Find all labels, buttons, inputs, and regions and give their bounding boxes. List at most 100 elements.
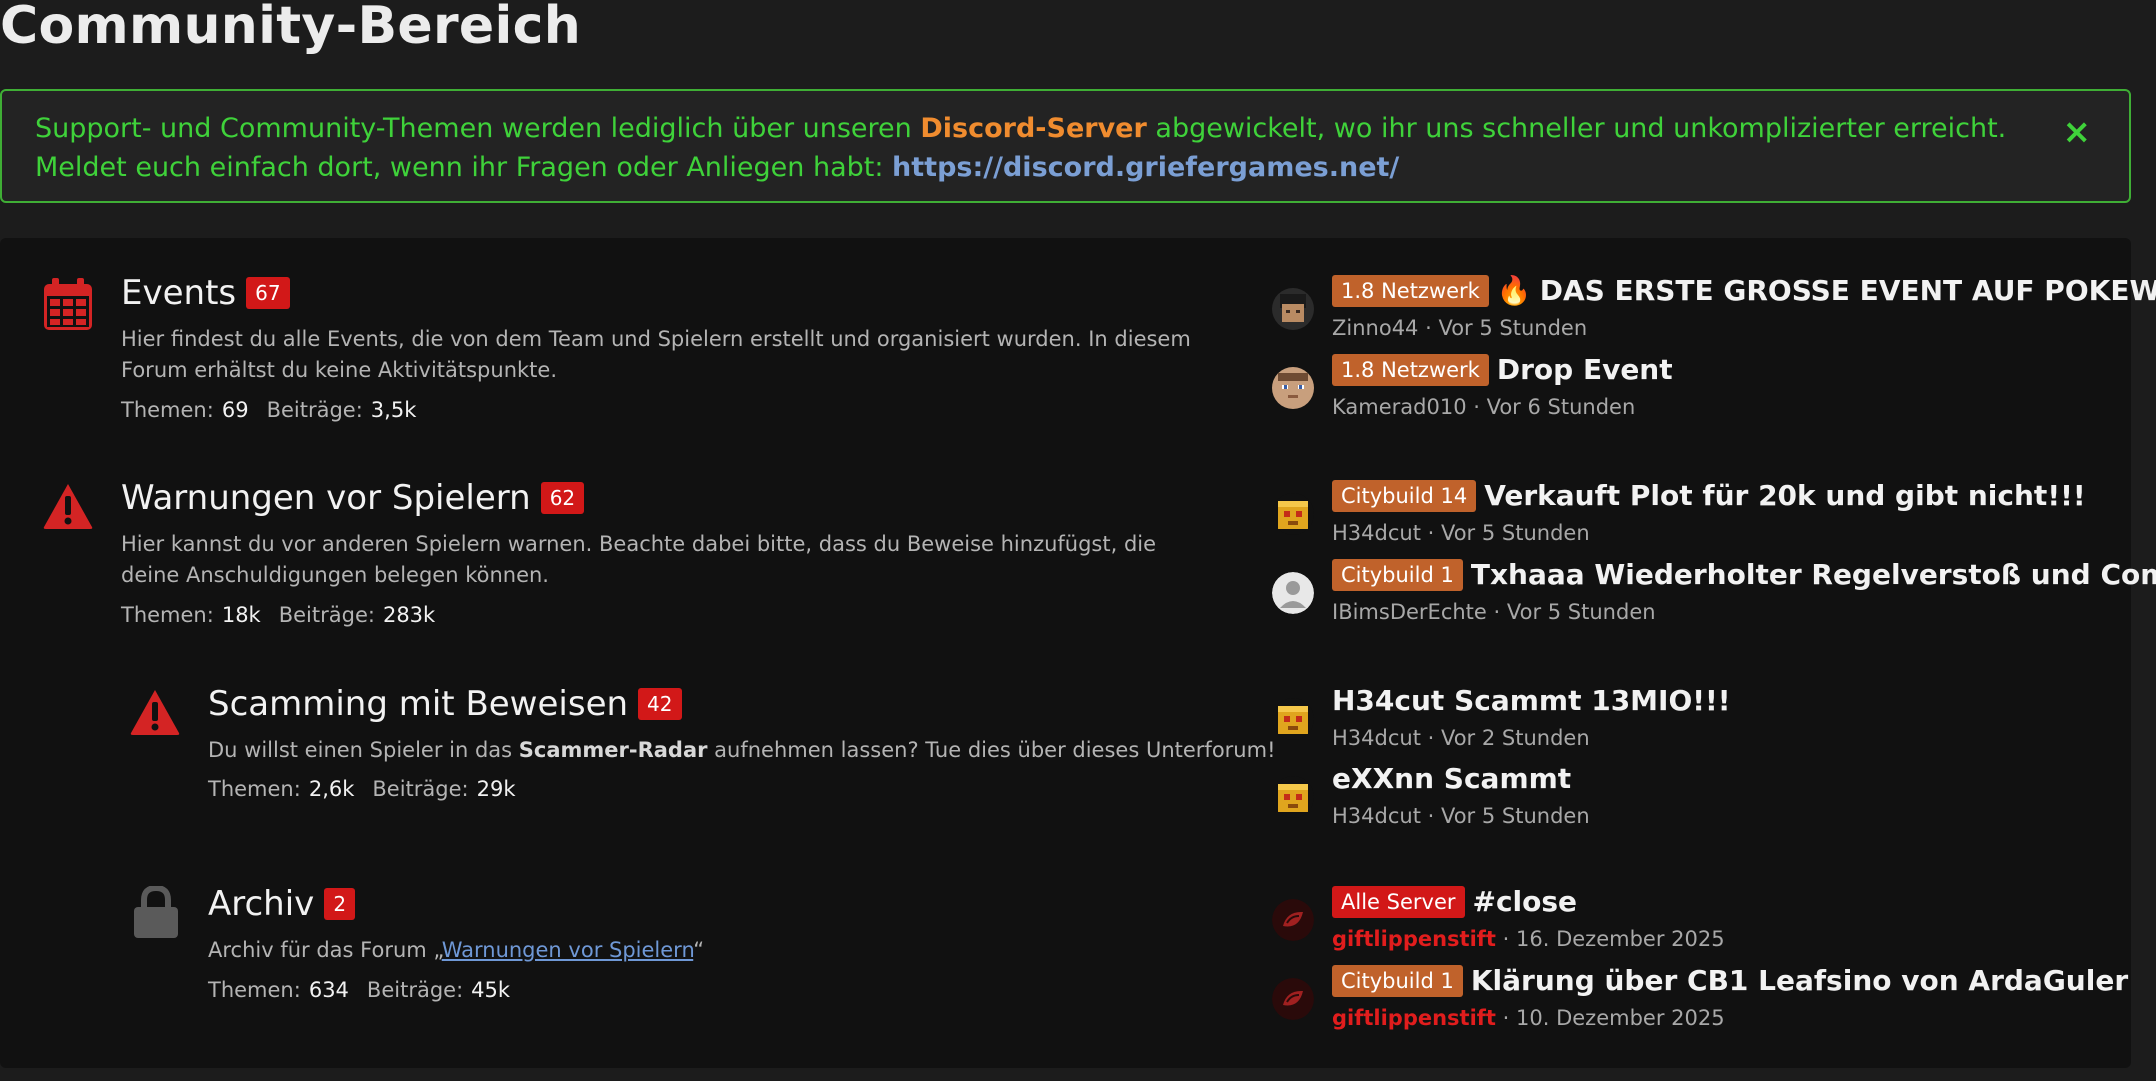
discord-server-highlight: Discord-Server [920,113,1147,144]
node-title-scamming[interactable]: Scamming mit Beweisen [208,684,628,724]
threads-count: 69 [221,398,249,422]
avatar[interactable] [1272,698,1314,740]
unread-badge: 42 [638,688,682,720]
post-time[interactable]: Vor 5 Stunden [1441,521,1590,545]
post-time[interactable]: Vor 6 Stunden [1487,395,1636,419]
post-title-row: Citybuild 1 Klärung über CB1 Leafsino von… [1332,964,2156,997]
node-title-row: Archiv 2 [208,884,356,924]
posts-label: Beiträge: [278,603,375,627]
post-author[interactable]: Kamerad010 [1332,395,1467,419]
notice-text: abgewickelt, wo ihr uns schneller und un… [1146,113,2007,144]
node-title-row: Scamming mit Beweisen 42 [208,684,682,724]
meta-separator: · [1418,316,1439,340]
thread-title[interactable]: Txhaaa Wiederholter Regelverstoß und Com… [1471,558,2156,591]
threads-count: 18k [221,603,261,627]
parent-forum-link[interactable]: Warnungen vor Spielern [442,938,694,962]
unread-badge: 2 [324,888,356,920]
node-stats: Themen: 634 Beiträge: 45k [208,978,528,1002]
thread-title[interactable]: Verkauft Plot für 20k und gibt nicht!!! [1484,479,2085,512]
post-title-row: Citybuild 1 Txhaaa Wiederholter Regelvers… [1332,558,2156,591]
post-time[interactable]: 16. Dezember 2025 [1516,927,1725,951]
threads-label: Themen: [208,777,301,801]
node-description: Du willst einen Spieler in das Scammer-R… [208,735,1275,766]
discord-link[interactable]: https://discord.griefergames.net/ [892,152,1399,183]
forum-node-list: Events 67 Hier findest du alle Events, d… [0,238,2156,1068]
post-time[interactable]: 10. Dezember 2025 [1516,1006,1725,1030]
post-author[interactable]: giftlippenstift [1332,927,1496,951]
scammer-radar-text: Scammer-Radar [518,738,708,762]
node-description: Hier kannst du vor anderen Spielern warn… [121,532,1157,587]
warning-icon [129,688,181,740]
post-author[interactable]: H34dcut [1332,726,1421,750]
post-author[interactable]: IBimsDerEchte [1332,600,1487,624]
description-text: “ [693,938,705,962]
post-title-row: Citybuild 14 Verkauft Plot für 20k und gi… [1332,479,2156,512]
post-author[interactable]: H34dcut [1332,521,1421,545]
thread-prefix[interactable]: Citybuild 1 [1332,964,1463,997]
thread-title[interactable]: eXXnn Scammt [1332,762,1571,795]
close-icon[interactable]: × [2063,115,2092,149]
post-title-row: H34cut Scammt 13MIO!!! [1332,684,2156,717]
post-meta: giftlippenstift · 16. Dezember 2025 [1332,927,1725,951]
thread-title[interactable]: H34cut Scammt 13MIO!!! [1332,684,1731,717]
post-title-row: 1.8 Netzwerk Drop Event [1332,353,2156,386]
node-title-events[interactable]: Events [121,273,236,313]
description-text: Archiv für das Forum „ [208,938,442,962]
node-stats: Themen: 2,6k Beiträge: 29k [208,777,534,801]
meta-separator: · [1495,927,1517,951]
description-text: Du willst einen Spieler in das [208,738,519,762]
post-meta: Zinno44 · Vor 5 Stunden [1332,316,1587,340]
node-title-warnungen[interactable]: Warnungen vor Spielern [121,478,531,518]
meta-separator: · [1495,1006,1517,1030]
thread-title[interactable]: Klärung über CB1 Leafsino von ArdaGuler [1471,964,2128,997]
post-title-row: Alle Server #close [1332,885,2156,918]
meta-separator: · [1420,804,1441,828]
post-time[interactable]: Vor 5 Stunden [1507,600,1656,624]
post-title-row: eXXnn Scammt [1332,762,2156,795]
discord-notice: Support- und Community-Themen werden led… [0,89,2131,203]
meta-separator: · [1466,395,1487,419]
post-time[interactable]: Vor 5 Stunden [1438,316,1587,340]
post-author[interactable]: giftlippenstift [1332,1006,1496,1030]
node-stats: Themen: 18k Beiträge: 283k [121,603,453,627]
avatar[interactable] [1272,288,1314,330]
description-text: aufnehmen lassen? Tue dies über dieses U… [707,738,1276,762]
threads-count: 634 [308,978,349,1002]
warning-icon [42,482,94,534]
node-title-row: Warnungen vor Spielern 62 [121,478,585,518]
post-meta: H34dcut · Vor 5 Stunden [1332,521,1590,545]
avatar[interactable] [1272,899,1314,941]
post-author[interactable]: Zinno44 [1332,316,1418,340]
thread-prefix[interactable]: Citybuild 1 [1332,558,1463,591]
thread-prefix[interactable]: 1.8 Netzwerk [1332,353,1489,386]
thread-title[interactable]: Drop Event [1497,353,1673,386]
node-stats: Themen: 69 Beiträge: 3,5k [121,398,434,422]
node-title-archiv[interactable]: Archiv [208,884,314,924]
notice-text: Support- und Community-Themen werden led… [35,113,921,144]
node-title-row: Events 67 [121,273,290,313]
avatar[interactable] [1272,572,1314,614]
avatar[interactable] [1272,493,1314,535]
thread-prefix[interactable]: Citybuild 14 [1332,479,1477,512]
post-meta: H34dcut · Vor 5 Stunden [1332,804,1590,828]
post-time[interactable]: Vor 5 Stunden [1441,804,1590,828]
posts-label: Beiträge: [372,777,469,801]
threads-count: 2,6k [308,777,355,801]
post-author[interactable]: H34dcut [1332,804,1421,828]
meta-separator: · [1420,521,1441,545]
avatar[interactable] [1272,978,1314,1020]
thread-prefix[interactable]: 1.8 Netzwerk [1332,274,1489,307]
node-description: Hier findest du alle Events, die von dem… [121,327,1191,382]
unread-badge: 67 [246,277,290,309]
calendar-icon [44,278,96,330]
post-meta: IBimsDerEchte · Vor 5 Stunden [1332,600,1656,624]
avatar[interactable] [1272,776,1314,818]
post-time[interactable]: Vor 2 Stunden [1441,726,1590,750]
posts-count: 3,5k [370,398,417,422]
thread-title[interactable]: #close [1473,885,1578,918]
thread-title[interactable]: DAS ERSTE GROSSE EVENT AUF POKEWORL... [1540,274,2156,307]
avatar[interactable] [1272,367,1314,409]
posts-count: 29k [476,777,516,801]
unread-badge: 62 [540,482,585,514]
thread-prefix[interactable]: Alle Server [1332,885,1465,918]
